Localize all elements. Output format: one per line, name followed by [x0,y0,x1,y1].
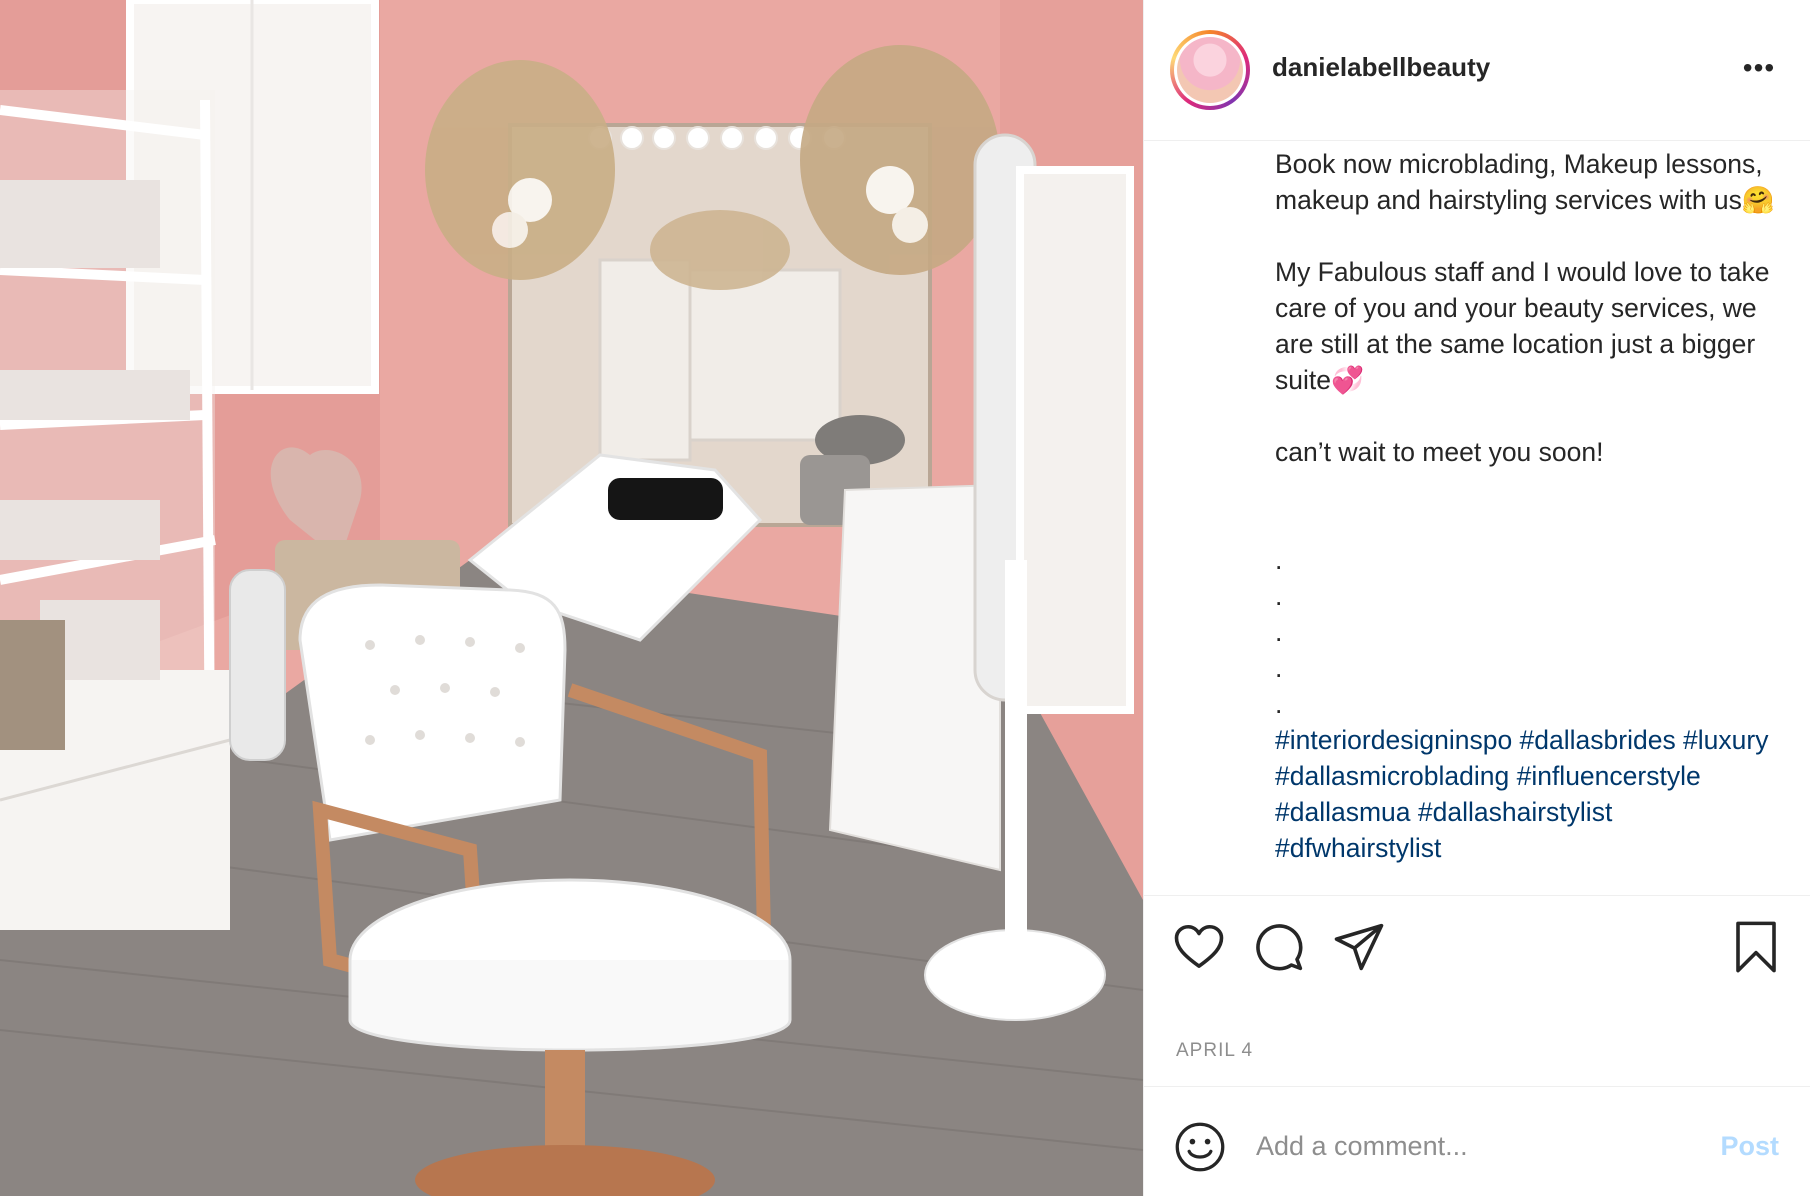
post-caption: Book now microblading, Makeup lessons, m… [1275,146,1775,884]
post-actions [1144,895,1810,991]
caption-spacer [1275,470,1775,542]
caption-paragraph-3: can’t wait to meet you soon! [1275,437,1604,467]
caption-paragraph-2: My Fabulous staff and I would love to ta… [1275,257,1770,395]
caption-spacer [1275,398,1775,434]
caption-dot: . [1275,617,1283,647]
share-icon[interactable] [1332,920,1386,974]
caption-dot: . [1275,653,1283,683]
comment-icon[interactable] [1252,920,1306,974]
heart-icon[interactable] [1172,920,1226,974]
post-details-panel: danielabellbeauty ••• Book now microblad… [1143,0,1810,1196]
avatar[interactable] [1170,30,1250,110]
bookmark-icon[interactable] [1729,920,1783,974]
post-header: danielabellbeauty ••• [1144,0,1810,141]
caption-spacer [1275,218,1775,254]
caption-dot: . [1275,545,1283,575]
comment-input[interactable] [1254,1121,1698,1171]
post-date: APRIL 4 [1176,1040,1254,1061]
emoji-icon[interactable] [1174,1121,1226,1173]
post-photo[interactable] [0,0,1143,1196]
caption-dot: . [1275,689,1283,719]
post-comment-button[interactable]: Post [1720,1131,1779,1162]
add-comment-bar: Post [1144,1086,1810,1196]
avatar-image [1177,37,1243,103]
avatar-frame [1174,34,1246,106]
caption-paragraph-1: Book now microblading, Makeup lessons, m… [1275,149,1775,215]
salon-photo-illustration [0,0,1143,1196]
caption-hashtags[interactable]: #interiordesigninspo #dallasbrides #luxu… [1275,722,1775,866]
username-link[interactable]: danielabellbeauty [1272,52,1490,83]
caption-dot: . [1275,581,1283,611]
more-options-icon[interactable]: ••• [1739,53,1779,83]
